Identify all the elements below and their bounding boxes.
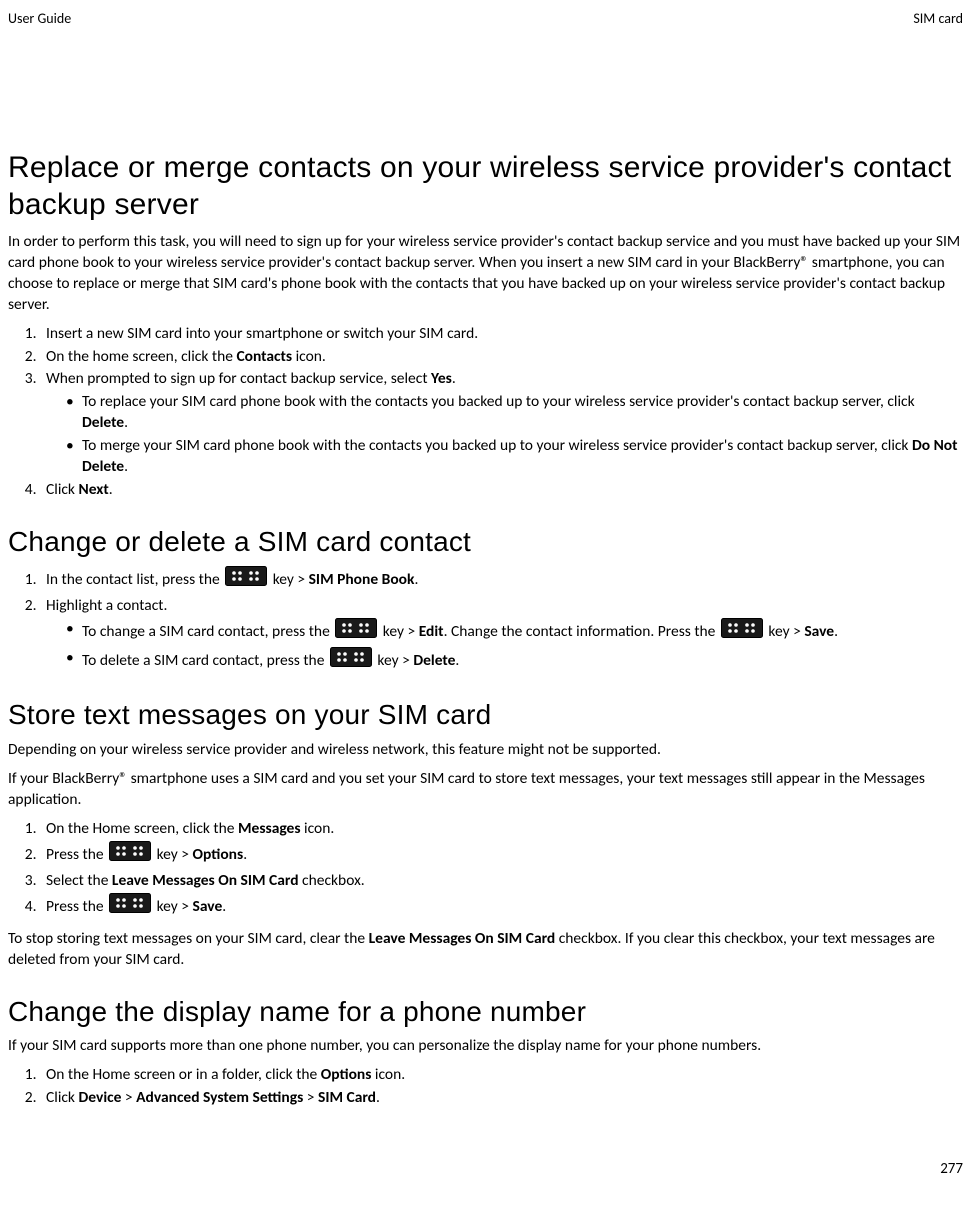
step-3-bullet-2: To merge your SIM card phone book with t… (66, 436, 963, 478)
section-3-p1: Depending on your wireless service provi… (8, 740, 963, 761)
section-2-title: Change or delete a SIM card contact (8, 523, 963, 561)
step-4: Click Next. (40, 480, 963, 501)
s2-step-2: Highlight a contact. To change a SIM car… (40, 596, 963, 675)
s3-step-2: Press the key > Options. (40, 842, 963, 869)
section-3-p3: To stop storing text messages on your SI… (8, 929, 963, 971)
page-header: User Guide SIM card (8, 10, 963, 29)
s3-step-3: Select the Leave Messages On SIM Card ch… (40, 871, 963, 892)
blackberry-key-icon (225, 566, 267, 593)
s2-step-1: In the contact list, press the key > SIM… (40, 567, 963, 594)
s4-step-1: On the Home screen or in a folder, click… (40, 1065, 963, 1086)
header-left: User Guide (8, 10, 71, 29)
section-1-steps: Insert a new SIM card into your smartpho… (8, 324, 963, 501)
header-right: SIM card (913, 10, 963, 29)
section-4-steps: On the Home screen or in a folder, click… (8, 1065, 963, 1109)
page-number: 277 (8, 1159, 963, 1179)
blackberry-key-icon (109, 841, 151, 868)
section-2-steps: In the contact list, press the key > SIM… (8, 567, 963, 675)
section-3-steps: On the Home screen, click the Messages i… (8, 819, 963, 921)
blackberry-key-icon (330, 647, 372, 674)
step-3-bullet-1: To replace your SIM card phone book with… (66, 392, 963, 434)
blackberry-key-icon (109, 893, 151, 920)
s2-step-2-bullet-2: To delete a SIM card contact, press the … (66, 648, 963, 675)
section-3-title: Store text messages on your SIM card (8, 696, 963, 734)
s2-step-2-bullet-1: To change a SIM card contact, press the … (66, 619, 963, 646)
section-4-p1: If your SIM card supports more than one … (8, 1036, 963, 1057)
step-3: When prompted to sign up for contact bac… (40, 369, 963, 478)
s3-step-4: Press the key > Save. (40, 894, 963, 921)
section-4-title: Change the display name for a phone numb… (8, 993, 963, 1031)
blackberry-key-icon (335, 618, 377, 645)
section-3-p2: If your BlackBerry® smartphone uses a SI… (8, 769, 963, 811)
step-2: On the home screen, click the Contacts i… (40, 347, 963, 368)
step-1: Insert a new SIM card into your smartpho… (40, 324, 963, 345)
s3-step-1: On the Home screen, click the Messages i… (40, 819, 963, 840)
s4-step-2: Click Device > Advanced System Settings … (40, 1088, 963, 1109)
section-1-title: Replace or merge contacts on your wirele… (8, 149, 963, 224)
blackberry-key-icon (721, 618, 763, 645)
section-1-intro: In order to perform this task, you will … (8, 232, 963, 316)
